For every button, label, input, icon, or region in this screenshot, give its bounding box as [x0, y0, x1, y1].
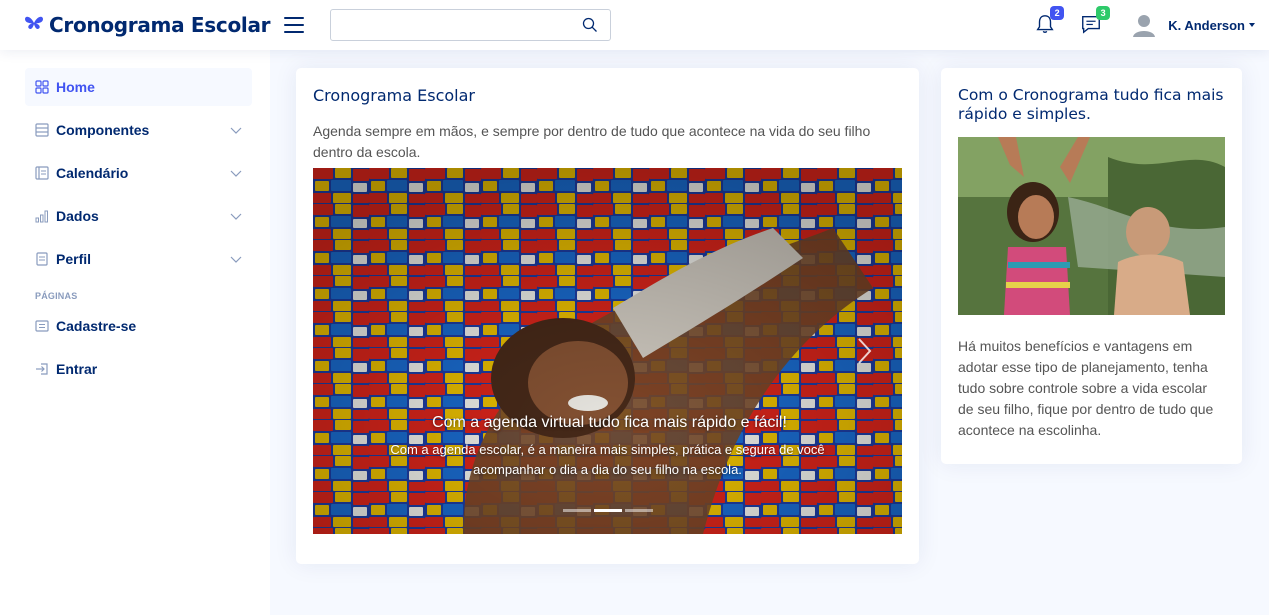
sidebar: Home Componentes Calendário Dados Perfil…: [0, 50, 270, 615]
butterfly-logo-icon: [24, 15, 44, 36]
top-header: Cronograma Escolar 2 3 K. Anderson: [0, 0, 1269, 50]
header-nav: 2 3 K. Anderson: [1034, 0, 1255, 50]
chevron-down-icon: [230, 127, 242, 134]
notifications-badge: 2: [1050, 6, 1065, 20]
avatar: [1133, 15, 1156, 37]
image-carousel: Com a agenda virtual tudo fica mais rápi…: [313, 168, 902, 534]
sidebar-item-entrar[interactable]: Entrar: [25, 350, 252, 388]
messages-badge: 3: [1096, 6, 1111, 20]
sidebar-item-cadastre-se[interactable]: Cadastre-se: [25, 307, 252, 345]
sidebar-toggle-icon[interactable]: [284, 17, 305, 33]
journal-icon: [35, 166, 49, 180]
sidebar-heading-pages: PÁGINAS: [35, 291, 78, 301]
carousel-indicator[interactable]: [562, 509, 591, 512]
main-card: Cronograma Escolar Agenda sempre em mãos…: [296, 68, 919, 564]
bar-chart-icon: [35, 210, 48, 223]
sidebar-item-label: Dados: [56, 208, 99, 224]
user-name: K. Anderson: [1168, 17, 1245, 33]
carousel-next-icon[interactable]: [854, 336, 874, 366]
carousel-indicators: [313, 509, 902, 512]
app-title: Cronograma Escolar: [49, 13, 271, 37]
card-description: Agenda sempre em mãos, e sempre por dent…: [313, 123, 871, 160]
sidebar-item-dados[interactable]: Dados: [25, 197, 252, 235]
sidebar-item-calendario[interactable]: Calendário: [25, 154, 252, 192]
sidebar-item-home[interactable]: Home: [25, 68, 252, 106]
grid-icon: [35, 80, 49, 94]
carousel-caption-title: Com a agenda virtual tudo fica mais rápi…: [432, 414, 787, 431]
carousel-caption: Com a agenda virtual tudo fica mais rápi…: [313, 414, 902, 480]
search-bar: [330, 9, 612, 41]
chevron-down-icon: [230, 256, 242, 263]
carousel-indicator[interactable]: [624, 509, 653, 512]
side-card: Com o Cronograma tudo fica mais rápido e…: [941, 68, 1242, 464]
sidebar-item-label: Cadastre-se: [56, 318, 137, 334]
card-title: Com o Cronograma tudo fica mais rápido e…: [958, 86, 1224, 123]
layout-icon: [36, 252, 48, 266]
card-title: Cronograma Escolar: [313, 86, 475, 105]
sidebar-item-label: Perfil: [56, 251, 92, 267]
box-arrow-in-right-icon: [36, 363, 48, 375]
sidebar-item-label: Home: [56, 79, 95, 95]
profile-dropdown[interactable]: K. Anderson: [1132, 13, 1255, 37]
chevron-down-icon: [230, 170, 242, 177]
card-description: Há muitos benefícios e vantagens em adot…: [958, 338, 1214, 438]
chevron-down-icon: [230, 213, 242, 220]
search-input[interactable]: [331, 10, 572, 40]
caret-down-icon: [1249, 23, 1255, 27]
sidebar-item-label: Calendário: [56, 165, 129, 181]
messages-icon[interactable]: 3: [1080, 6, 1111, 37]
search-icon[interactable]: [582, 17, 598, 33]
notifications-bell-icon[interactable]: 2: [1034, 6, 1065, 37]
card-list-icon: [35, 320, 49, 332]
sidebar-item-label: Componentes: [56, 122, 150, 138]
sidebar-item-componentes[interactable]: Componentes: [25, 111, 252, 149]
menu-icon: [35, 123, 49, 137]
children-photo: [958, 137, 1225, 315]
sidebar-item-perfil[interactable]: Perfil: [25, 240, 252, 278]
logo-link[interactable]: Cronograma Escolar: [24, 13, 271, 37]
carousel-caption-text: Com a agenda escolar, é a maneira mais s…: [390, 442, 825, 477]
sidebar-item-label: Entrar: [56, 361, 98, 377]
carousel-indicator[interactable]: [593, 509, 622, 512]
